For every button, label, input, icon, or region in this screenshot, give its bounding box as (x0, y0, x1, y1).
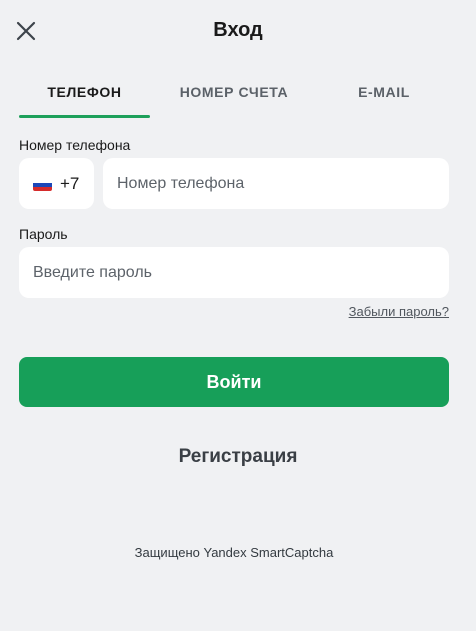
captcha-note: Защищено Yandex SmartCaptcha (134, 545, 334, 560)
page-title: Вход (213, 19, 263, 41)
tab-email[interactable]: E-MAIL (319, 76, 449, 118)
login-method-tabs: ТЕЛЕФОН НОМЕР СЧЕТА E-MAIL (19, 76, 457, 118)
russia-flag-icon (33, 179, 52, 191)
password-label: Пароль (19, 226, 68, 242)
phone-label: Номер телефона (19, 137, 131, 153)
phone-input[interactable] (103, 158, 449, 209)
header: Вход (0, 0, 476, 64)
password-input[interactable] (19, 247, 449, 298)
register-link[interactable]: Регистрация (0, 446, 476, 468)
tab-account-number[interactable]: НОМЕР СЧЕТА (159, 76, 309, 118)
country-code: +7 (60, 174, 80, 193)
tab-phone[interactable]: ТЕЛЕФОН (19, 76, 150, 118)
login-button[interactable]: Войти (19, 357, 449, 407)
country-code-selector[interactable]: +7 (19, 158, 94, 209)
forgot-password-link[interactable]: Забыли пароль? (349, 304, 449, 319)
